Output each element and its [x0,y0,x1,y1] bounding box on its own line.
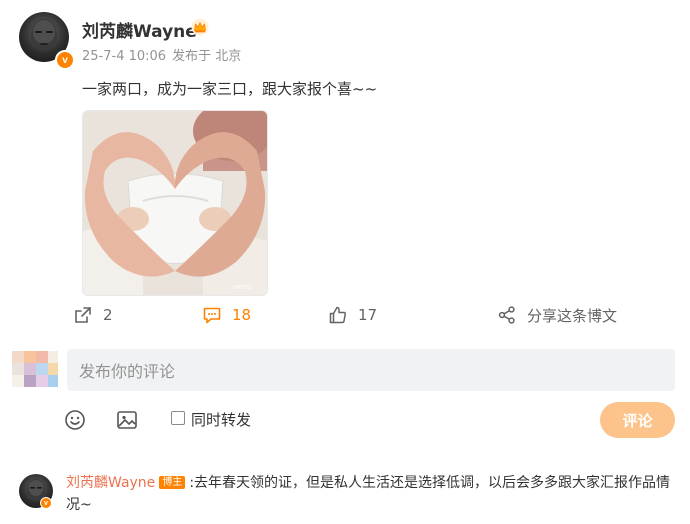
post-image[interactable]: weibo [82,110,268,296]
like-icon [329,306,346,324]
forward-label[interactable]: 同时转发 [191,409,251,430]
photo-hands-heart: weibo [83,111,267,295]
comment-count: 18 [232,306,252,324]
post-text: 一家两口，成为一家三口，跟大家报个喜~~ [82,80,378,98]
like-button[interactable]: 17 [328,303,377,327]
author-tag-badge: 博主 [159,476,186,489]
post-meta: 25-7-4 10:06 发布于 北京 [82,45,247,64]
author-name[interactable]: 刘芮麟Wayne [82,17,197,42]
post-source: 发布于 北京 [172,49,242,64]
share-label: 分享这条博文 [527,306,618,325]
comment-verified-badge: v [40,497,52,509]
like-count: 17 [358,306,378,324]
svg-text:weibo: weibo [232,284,251,291]
share-button[interactable]: 分享这条博文 [497,303,617,327]
submit-comment-button[interactable]: 评论 [600,402,675,438]
forward-checkbox[interactable] [171,411,185,425]
image-icon[interactable] [115,408,139,432]
comment-input[interactable]: 发布你的评论 [67,349,675,391]
pixelated-avatar [12,351,58,387]
post-date[interactable]: 25-7-4 10:06 [82,49,166,64]
comment-input-placeholder: 发布你的评论 [79,362,176,381]
comment-icon [203,307,221,324]
bottom-fade-overlay [560,495,690,524]
current-user-avatar [12,351,58,387]
emoji-icon[interactable] [63,408,87,432]
crown-icon [191,18,209,36]
share-icon [498,306,515,324]
comment-button[interactable]: 18 [202,303,251,327]
repost-button[interactable]: 2 [73,303,113,327]
repost-count: 2 [103,306,113,324]
comment-author-name[interactable]: 刘芮麟Wayne [66,475,155,491]
repost-icon [75,307,91,323]
verified-badge: v [55,50,75,70]
